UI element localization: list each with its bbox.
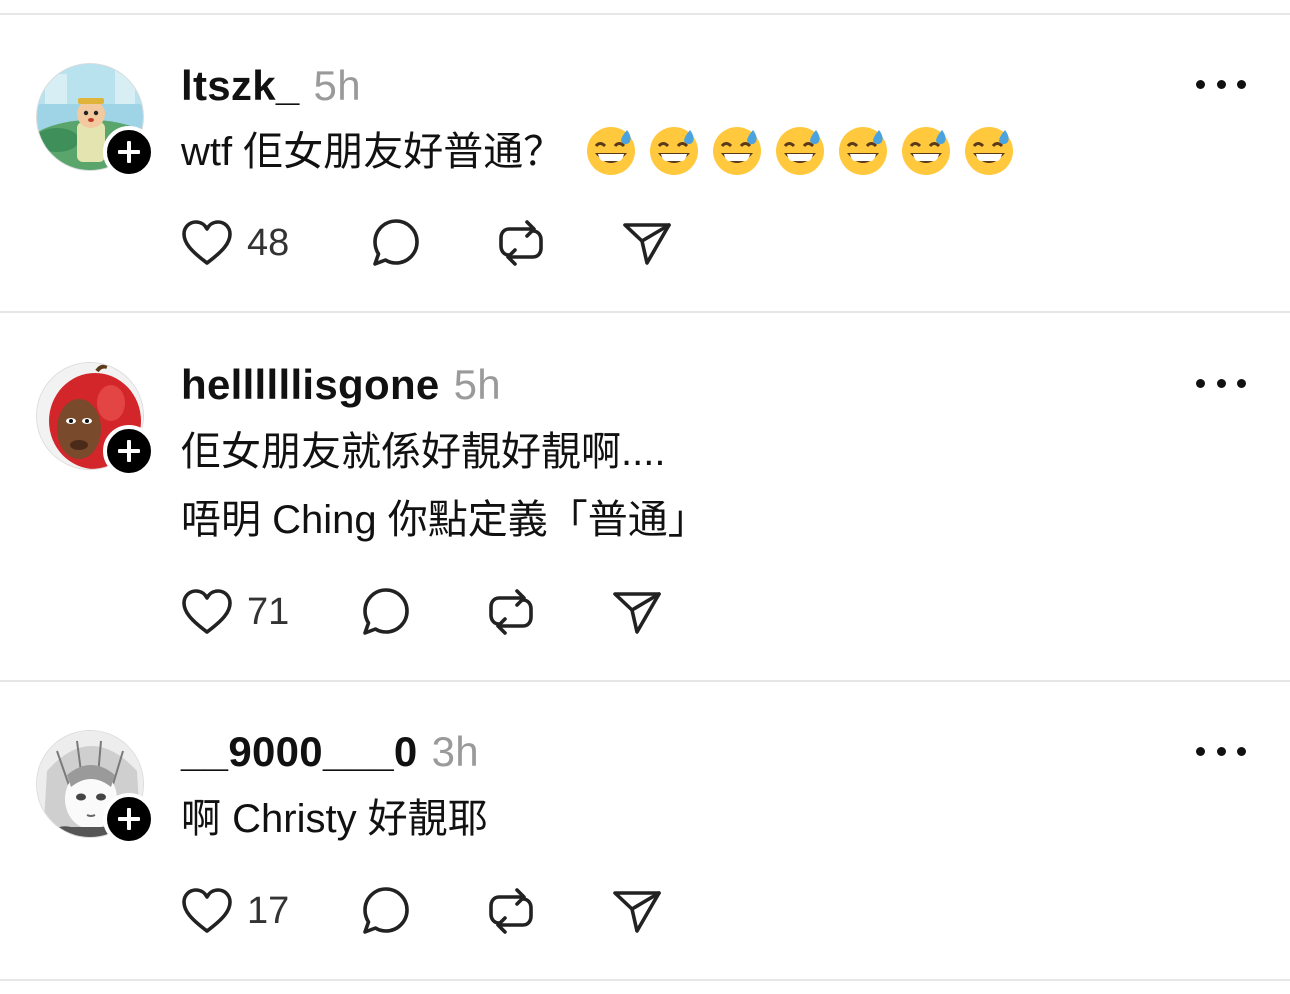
- post-text: 啊 Christy 好靚耶: [181, 785, 488, 853]
- heart-icon: [182, 220, 232, 265]
- timestamp: 3h: [431, 728, 479, 775]
- grinning-sweat-emoji-icon: [839, 127, 888, 176]
- share-button[interactable]: [611, 584, 663, 640]
- grinning-sweat-emoji-icon: [902, 127, 951, 176]
- post-text-line: 啊 Christy 好靚耶: [181, 797, 488, 841]
- share-button[interactable]: [611, 883, 663, 939]
- plus-icon: [118, 808, 140, 830]
- username-text[interactable]: hellllllisgone: [181, 361, 440, 408]
- reply-post: hellllllisgone 5h 佢女朋友就係好靚好靚啊.... 唔明 Chin…: [0, 312, 1290, 680]
- comment-icon: [363, 887, 409, 934]
- more-options-button[interactable]: [1196, 373, 1246, 393]
- avatar[interactable]: [36, 63, 155, 178]
- post-text-line: 唔明 Ching 你點定義「普通」: [181, 498, 708, 542]
- username[interactable]: __9000___0 3h: [181, 728, 479, 776]
- username-text[interactable]: ltszk_: [181, 62, 300, 109]
- grinning-sweat-emoji-icon: [776, 127, 825, 176]
- more-options-button[interactable]: [1196, 741, 1246, 761]
- username-text[interactable]: __9000___0: [181, 728, 418, 775]
- divider-bottom: [0, 979, 1290, 981]
- repost-button[interactable]: [485, 584, 537, 640]
- plus-icon: [118, 440, 140, 462]
- send-icon: [623, 223, 671, 265]
- repost-button[interactable]: [495, 215, 547, 271]
- emoji-row: [585, 124, 1015, 176]
- username[interactable]: ltszk_ 5h: [181, 62, 361, 110]
- reply-post: __9000___0 3h 啊 Christy 好靚耶 17: [0, 681, 1290, 981]
- like-button[interactable]: 48: [181, 215, 289, 271]
- like-count: 71: [247, 590, 290, 633]
- heart-icon: [182, 888, 232, 933]
- like-button[interactable]: 71: [181, 584, 289, 640]
- avatar[interactable]: [36, 362, 155, 477]
- post-text-line: 佢女朋友就係好靚好靚啊....: [181, 430, 666, 474]
- send-icon: [613, 891, 661, 933]
- follow-plus-button[interactable]: [103, 126, 155, 178]
- post-text-line: wtf 佢女朋友好普通？: [181, 130, 564, 174]
- username[interactable]: hellllllisgone 5h: [181, 361, 501, 409]
- avatar[interactable]: [36, 730, 155, 845]
- repost-icon: [489, 888, 533, 934]
- grinning-sweat-emoji-icon: [587, 127, 636, 176]
- plus-icon: [118, 141, 140, 163]
- grinning-sweat-emoji-icon: [965, 127, 1014, 176]
- repost-icon: [489, 589, 533, 635]
- heart-icon: [182, 589, 232, 634]
- post-text: wtf 佢女朋友好普通？: [181, 118, 1015, 186]
- follow-plus-button[interactable]: [103, 793, 155, 845]
- comment-icon: [373, 219, 419, 266]
- like-count: 17: [247, 889, 290, 932]
- post-text: 佢女朋友就係好靚好靚啊.... 唔明 Ching 你點定義「普通」: [181, 418, 708, 554]
- repost-icon: [499, 220, 543, 266]
- comment-button[interactable]: [360, 584, 412, 640]
- like-count: 48: [247, 221, 290, 264]
- grinning-sweat-emoji-icon: [650, 127, 699, 176]
- more-options-button[interactable]: [1196, 74, 1246, 94]
- repost-button[interactable]: [485, 883, 537, 939]
- comment-button[interactable]: [360, 883, 412, 939]
- timestamp: 5h: [313, 62, 361, 109]
- timestamp: 5h: [453, 361, 501, 408]
- reply-post: ltszk_ 5h wtf 佢女朋友好普通？ 48: [0, 0, 1290, 312]
- grinning-sweat-emoji-icon: [713, 127, 762, 176]
- follow-plus-button[interactable]: [103, 425, 155, 477]
- share-button[interactable]: [621, 215, 673, 271]
- like-button[interactable]: 17: [181, 883, 289, 939]
- send-icon: [613, 592, 661, 634]
- comment-icon: [363, 588, 409, 635]
- comment-button[interactable]: [370, 215, 422, 271]
